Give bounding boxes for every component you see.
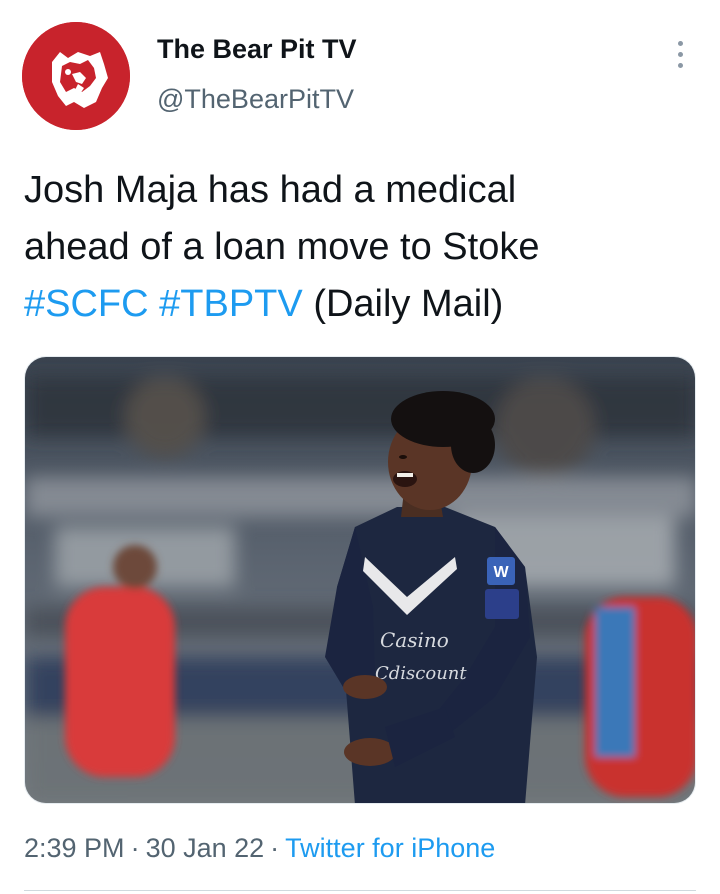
football-player-photo: W Casino Cdiscount [25,357,695,803]
more-options-button[interactable] [664,34,696,74]
tweet-source-link[interactable]: Twitter for iPhone [285,833,495,863]
hashtag-link[interactable]: #TBPTV [159,283,303,325]
divider [24,890,696,891]
sleeve-patch-text: W [493,564,509,581]
user-handle[interactable]: @TheBearPitTV [157,84,354,115]
tweet-metadata: 2:39 PM · 30 Jan 22 · Twitter for iPhone [24,833,495,864]
display-name[interactable]: The Bear Pit TV [157,34,357,65]
bear-logo-icon [22,22,130,130]
tweet-text: Josh Maja has had a medical ahead of a l… [24,162,704,333]
separator: · [270,833,280,863]
separator: · [130,833,140,863]
shirt-sponsor-text: Casino [380,628,449,652]
tweet-photo[interactable]: W Casino Cdiscount [24,356,696,804]
hashtag-link[interactable]: #SCFC [24,283,149,325]
tweet-text-line: #SCFC #TBPTV (Daily Mail) [24,276,704,333]
shirt-sponsor-text: Cdiscount [375,663,467,684]
tweet-text-line: ahead of a loan move to Stoke [24,226,540,268]
tweet-time[interactable]: 2:39 PM [24,833,125,863]
tweet-text-line: Josh Maja has had a medical [24,169,517,211]
avatar[interactable] [22,22,130,130]
source-attribution: (Daily Mail) [313,283,504,325]
tweet-date[interactable]: 30 Jan 22 [146,833,265,863]
more-vertical-icon [677,40,683,46]
tweet-card: The Bear Pit TV @TheBearPitTV Josh Maja … [0,0,720,894]
